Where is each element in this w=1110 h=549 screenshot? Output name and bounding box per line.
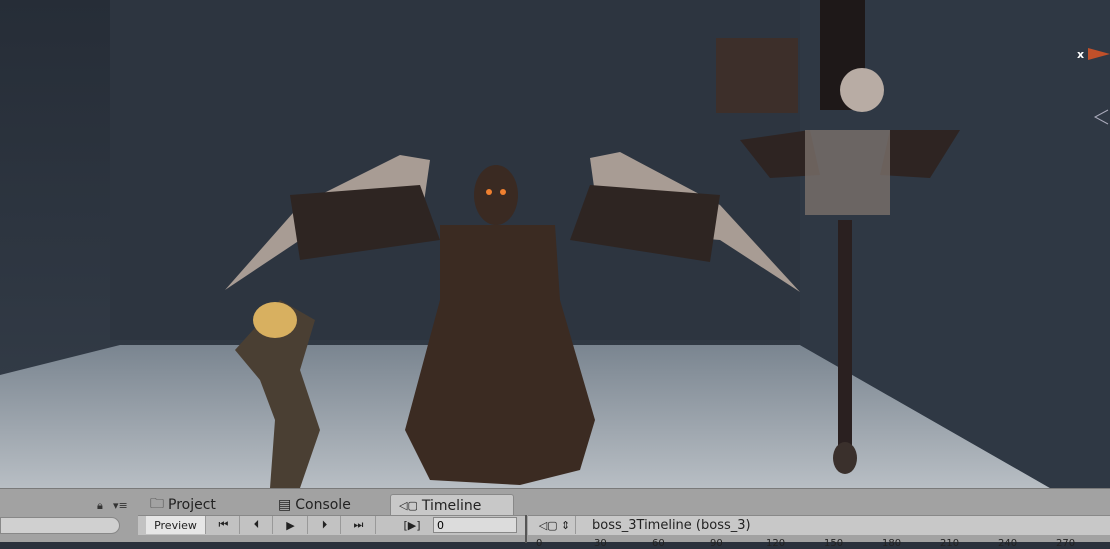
search-input[interactable] xyxy=(0,517,120,534)
ruler-tick: 180 xyxy=(882,538,902,549)
tab-project[interactable]: 🗀 Project xyxy=(142,495,224,515)
ruler-tick: 30 xyxy=(594,538,607,549)
tab-label: Console xyxy=(295,497,351,513)
lock-icon[interactable]: 🔒︎ xyxy=(97,499,103,513)
gizmo-x-label: x xyxy=(1077,48,1084,61)
ruler-tick: 270 xyxy=(1056,538,1076,549)
go-to-end-button[interactable]: ⏭ xyxy=(342,516,376,534)
scene-view[interactable]: x xyxy=(0,0,1110,488)
frame-field[interactable]: 0 xyxy=(433,517,517,533)
play-button[interactable]: ▶ xyxy=(274,516,308,534)
folder-icon: 🗀 xyxy=(150,496,164,512)
ruler-tick: 240 xyxy=(998,538,1018,549)
tab-console[interactable]: ▤ Console xyxy=(270,495,359,515)
tab-timeline[interactable]: ◁▢ Timeline xyxy=(390,494,514,516)
tab-label: Timeline xyxy=(421,497,482,514)
ruler-tick: 210 xyxy=(940,538,960,549)
texture-quad xyxy=(716,38,798,113)
ruler-tick: 90 xyxy=(710,538,723,549)
panel-menu-icon[interactable]: ▾≡ xyxy=(113,499,128,512)
editor-bottom-panel: 🔒︎ ▾≡ 🗀 Project ▤ Console ◁▢ Timeline Previ… xyxy=(0,488,1110,549)
ruler-tick: 150 xyxy=(824,538,844,549)
ruler-tick: 0 xyxy=(536,538,543,549)
go-to-start-button[interactable]: ⏮ xyxy=(208,516,240,534)
next-frame-button[interactable]: ⏵ xyxy=(309,516,341,534)
preview-button[interactable]: Preview xyxy=(146,516,206,534)
ruler-tick: 60 xyxy=(652,538,665,549)
previous-frame-button[interactable]: ⏴ xyxy=(241,516,273,534)
timeline-icon: ◁▢ xyxy=(399,499,418,512)
scene-render: x xyxy=(0,0,1110,488)
tab-label: Project xyxy=(168,497,216,513)
ruler-tick: 120 xyxy=(766,538,786,549)
play-range-button[interactable]: [▶] xyxy=(397,516,427,534)
track-add-dropdown[interactable]: ◁▢ ⇕ xyxy=(534,516,576,534)
timeline-breadcrumb[interactable]: boss_3Timeline (boss_3) xyxy=(580,516,790,534)
splitter[interactable] xyxy=(525,515,527,543)
console-icon: ▤ xyxy=(278,497,292,513)
